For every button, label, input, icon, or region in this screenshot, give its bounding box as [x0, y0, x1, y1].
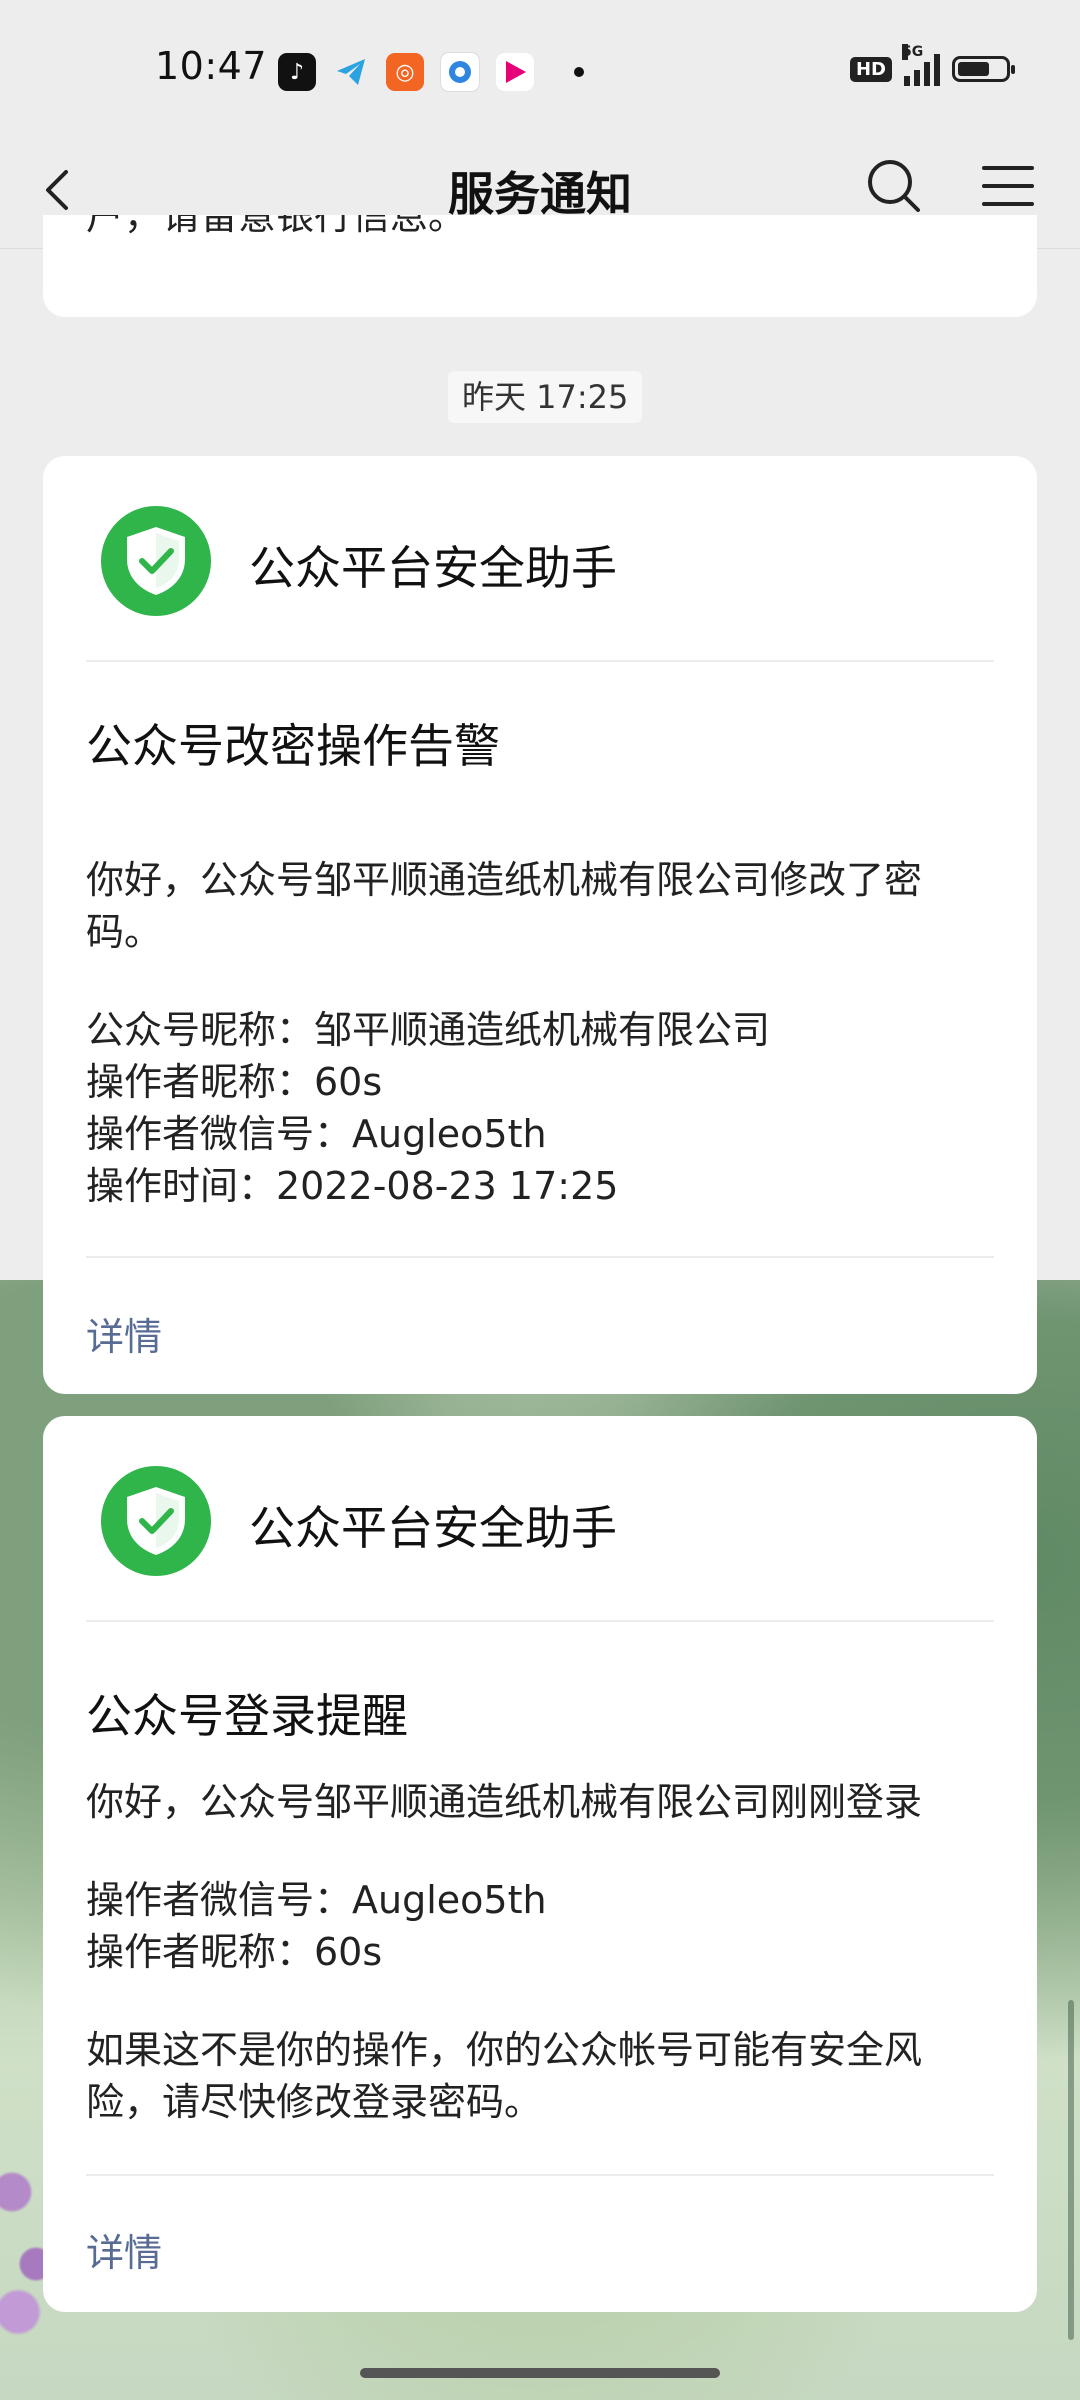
shield-check-icon	[101, 1466, 211, 1576]
search-button[interactable]	[862, 154, 926, 218]
detail-link[interactable]: 详情	[86, 2222, 162, 2277]
previous-message-card[interactable]: 户，请留意银行信息。	[43, 215, 1037, 317]
card-header[interactable]: 公众平台安全助手	[43, 456, 1037, 660]
hd-badge: HD	[849, 56, 892, 82]
field-account-nickname: 公众号昵称：邹平顺通造纸机械有限公司	[86, 1008, 771, 1052]
message-warning-line: 险，请尽快修改登录密码。	[86, 2080, 543, 2124]
message-intro: 你好，公众号邹平顺通造纸机械有限公司刚刚登录	[86, 1776, 939, 1828]
message-fields: 操作者微信号：Augleo5th 操作者昵称：60s	[86, 1874, 939, 1978]
message-title: 公众号登录提醒	[86, 1689, 408, 1743]
divider	[86, 2174, 994, 2176]
divider	[86, 660, 994, 662]
message-intro: 你好，公众号邹平顺通造纸机械有限公司修改了密 码。	[86, 854, 939, 958]
field-operator-nickname: 操作者昵称：60s	[86, 1930, 383, 1974]
kuaishou-icon: ◎	[386, 53, 424, 91]
message-card-login-reminder[interactable]: 公众平台安全助手 公众号登录提醒 你好，公众号邹平顺通造纸机械有限公司刚刚登录 …	[43, 1416, 1037, 2312]
field-operator-wechat-id: 操作者微信号：Augleo5th	[86, 1878, 547, 1922]
sender-name: 公众平台安全助手	[249, 1501, 617, 1555]
message-warning-line: 如果这不是你的操作，你的公众帐号可能有安全风	[86, 2028, 923, 2072]
menu-icon	[982, 166, 1034, 206]
message-warning: 如果这不是你的操作，你的公众帐号可能有安全风 险，请尽快修改登录密码。	[86, 2024, 939, 2128]
field-operator-nickname: 操作者昵称：60s	[86, 1060, 383, 1104]
more-notifications-dot	[574, 67, 584, 77]
message-intro-line: 码。	[86, 910, 163, 954]
sender-name: 公众平台安全助手	[249, 541, 617, 595]
message-card-password-change[interactable]: 公众平台安全助手 公众号改密操作告警 你好，公众号邹平顺通造纸机械有限公司修改了…	[43, 456, 1037, 1394]
scrollbar[interactable]	[1068, 2000, 1074, 2340]
detail-link[interactable]: 详情	[86, 1306, 162, 1361]
field-operation-time: 操作时间：2022-08-23 17:25	[86, 1164, 619, 1208]
video-app-icon	[496, 53, 534, 91]
search-icon	[868, 160, 920, 212]
message-timestamp: 昨天 17:25	[448, 371, 643, 423]
divider	[86, 1256, 994, 1258]
field-operator-wechat-id: 操作者微信号：Augleo5th	[86, 1112, 547, 1156]
message-intro-line: 你好，公众号邹平顺通造纸机械有限公司修改了密	[86, 858, 923, 902]
signal-icon: 5G	[902, 44, 940, 86]
shield-check-icon	[101, 506, 211, 616]
telegram-icon	[332, 53, 370, 91]
message-title: 公众号改密操作告警	[86, 719, 500, 773]
message-intro-line: 你好，公众号邹平顺通造纸机械有限公司刚刚登录	[86, 1780, 923, 1824]
status-time: 10:47	[155, 44, 268, 88]
status-app-icons: ♪ ◎	[278, 52, 584, 92]
status-indicators: HD 5G	[849, 44, 1015, 86]
previous-message-text: 户，请留意银行信息。	[86, 215, 467, 238]
divider	[86, 1620, 994, 1622]
battery-icon	[952, 56, 1015, 82]
tiktok-icon: ♪	[278, 53, 316, 91]
menu-button[interactable]	[976, 154, 1040, 218]
browser-icon	[440, 52, 480, 92]
home-indicator[interactable]	[360, 2368, 720, 2378]
card-header[interactable]: 公众平台安全助手	[43, 1416, 1037, 1620]
network-type-label: 5G	[902, 44, 924, 60]
message-fields: 公众号昵称：邹平顺通造纸机械有限公司 操作者昵称：60s 操作者微信号：Augl…	[86, 1004, 939, 1212]
status-bar: 10:47 ♪ ◎ HD 5G	[0, 0, 1080, 140]
